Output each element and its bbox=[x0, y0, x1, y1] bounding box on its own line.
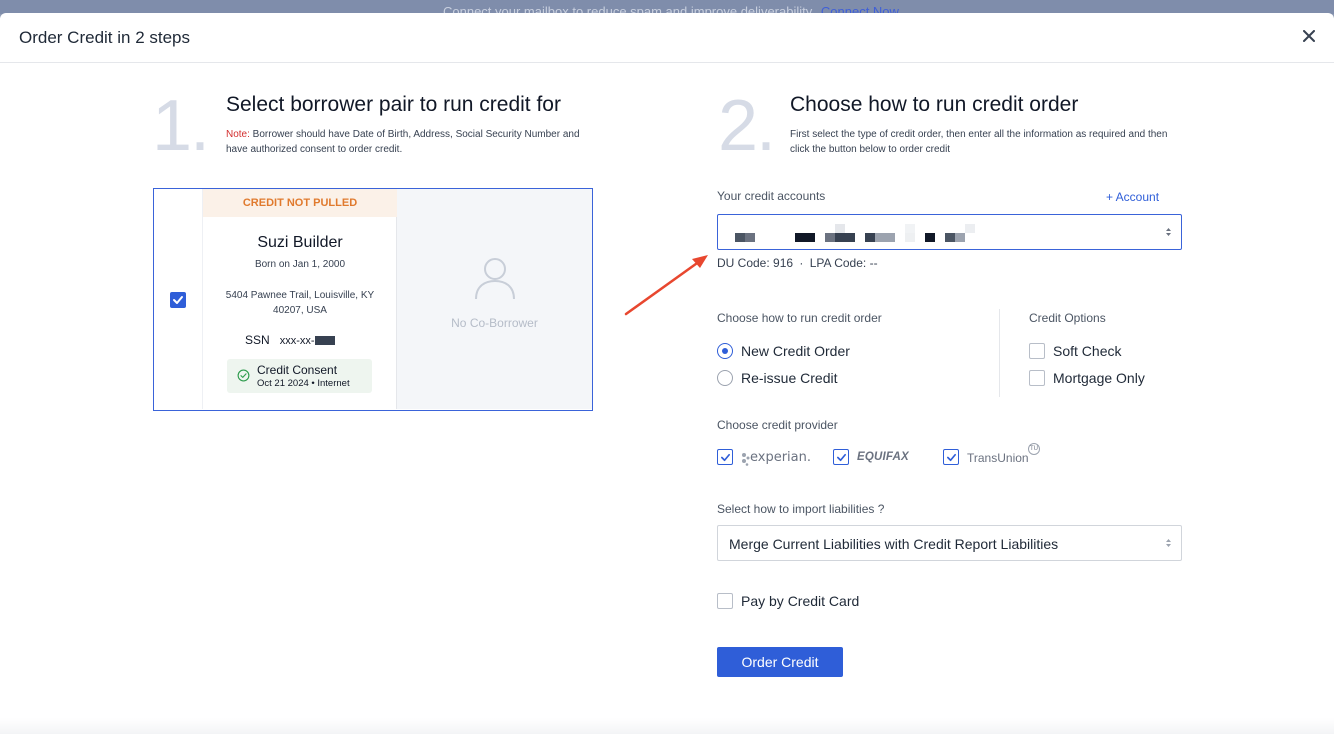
credit-provider-label: Choose credit provider bbox=[717, 418, 838, 432]
modal-header: Order Credit in 2 steps bbox=[0, 13, 1334, 63]
checkmark-icon bbox=[720, 453, 730, 461]
credit-options-label: Credit Options bbox=[1029, 311, 1106, 325]
mortgage-only-checkbox[interactable] bbox=[1029, 370, 1045, 386]
options-divider bbox=[999, 309, 1000, 397]
pay-by-card-label[interactable]: Pay by Credit Card bbox=[741, 593, 859, 609]
step-2-title: Choose how to run credit order bbox=[790, 93, 1079, 116]
soft-check-label[interactable]: Soft Check bbox=[1053, 343, 1121, 359]
equifax-logo: EQUIFAX bbox=[857, 451, 909, 463]
import-liabilities-select[interactable]: Merge Current Liabilities with Credit Re… bbox=[717, 525, 1182, 561]
mortgage-only-label[interactable]: Mortgage Only bbox=[1053, 370, 1145, 386]
code-separator: · bbox=[799, 256, 804, 270]
experian-logo: experian. bbox=[742, 450, 812, 466]
ssn-label: SSN bbox=[245, 333, 270, 347]
reissue-credit-label[interactable]: Re-issue Credit bbox=[741, 370, 837, 386]
ssn-redacted bbox=[314, 336, 335, 346]
borrower-select-checkbox[interactable] bbox=[170, 292, 186, 308]
transunion-name: TransUnion bbox=[967, 451, 1029, 465]
experian-name: experian. bbox=[750, 450, 812, 465]
experian-dots-icon bbox=[742, 453, 750, 466]
borrower-ssn: SSN xxx-xx- bbox=[245, 333, 335, 347]
no-coborrower-label: No Co-Borrower bbox=[451, 316, 538, 330]
checkmark-icon bbox=[946, 453, 956, 461]
checkmark-icon bbox=[836, 453, 846, 461]
checkmark-icon bbox=[173, 296, 183, 304]
borrower-details: CREDIT NOT PULLED Suzi Builder Born on J… bbox=[203, 189, 397, 409]
modal-footer-fade bbox=[0, 718, 1334, 734]
note-label: Note: bbox=[226, 129, 250, 140]
credit-consent-badge: Credit Consent Oct 21 2024 • Internet bbox=[227, 359, 372, 393]
pay-by-card-checkbox[interactable] bbox=[717, 593, 733, 609]
du-code-label: DU Code: bbox=[717, 256, 770, 270]
borrower-birthdate: Born on Jan 1, 2000 bbox=[254, 259, 346, 270]
reissue-credit-radio[interactable] bbox=[717, 370, 733, 386]
equifax-checkbox[interactable] bbox=[833, 449, 849, 465]
note-text: Borrower should have Date of Birth, Addr… bbox=[226, 129, 580, 155]
consent-date: Oct 21 2024 • Internet bbox=[257, 378, 350, 389]
annotation-arrow-icon bbox=[624, 255, 708, 316]
add-account-button[interactable]: + Account bbox=[1106, 190, 1159, 204]
close-icon bbox=[1303, 30, 1315, 42]
run-order-label: Choose how to run credit order bbox=[717, 311, 882, 325]
user-icon bbox=[475, 258, 515, 300]
credit-status-badge: CREDIT NOT PULLED bbox=[203, 189, 397, 217]
step-2-description: First select the type of credit order, t… bbox=[790, 129, 1168, 155]
close-button[interactable] bbox=[1298, 25, 1320, 47]
import-liabilities-label: Select how to import liabilities ? bbox=[717, 502, 885, 516]
credit-account-select[interactable] bbox=[717, 214, 1182, 250]
select-sort-icon bbox=[1166, 539, 1171, 547]
new-credit-order-radio[interactable] bbox=[717, 343, 733, 359]
top-banner: Connect your mailbox to reduce spam and … bbox=[0, 0, 1334, 14]
borrower-address: 5404 Pawnee Trail, Louisville, KY 40207,… bbox=[225, 290, 375, 316]
ssn-value: xxx-xx- bbox=[279, 335, 315, 347]
lpa-code-label: LPA Code: bbox=[809, 256, 867, 270]
account-codes: DU Code: 916 · LPA Code: -- bbox=[717, 256, 878, 270]
transunion-logo: TransUnion TU bbox=[967, 443, 1040, 465]
step-1-note: Note: Borrower should have Date of Birth… bbox=[226, 127, 596, 157]
select-sort-icon bbox=[1166, 228, 1171, 236]
order-credit-modal: Order Credit in 2 steps 1. Select borrow… bbox=[0, 13, 1334, 734]
borrower-name: Suzi Builder bbox=[257, 234, 343, 251]
step-1-title: Select borrower pair to run credit for bbox=[226, 93, 561, 116]
modal-title: Order Credit in 2 steps bbox=[19, 28, 191, 47]
import-liabilities-value: Merge Current Liabilities with Credit Re… bbox=[729, 536, 1059, 552]
step-2-number: 2. bbox=[718, 86, 776, 166]
consent-title: Credit Consent bbox=[257, 363, 338, 377]
new-credit-order-label[interactable]: New Credit Order bbox=[741, 343, 850, 359]
order-credit-button[interactable]: Order Credit bbox=[717, 647, 843, 677]
coborrower-slot: No Co-Borrower bbox=[397, 189, 592, 409]
soft-check-checkbox[interactable] bbox=[1029, 343, 1045, 359]
transunion-checkbox[interactable] bbox=[943, 449, 959, 465]
transunion-mark-icon: TU bbox=[1028, 443, 1040, 455]
check-circle-icon bbox=[237, 369, 250, 382]
step-1-number: 1. bbox=[152, 86, 210, 166]
du-code-value: 916 bbox=[773, 256, 794, 270]
borrower-select-column bbox=[154, 189, 203, 409]
borrower-pair-card[interactable]: CREDIT NOT PULLED Suzi Builder Born on J… bbox=[153, 188, 593, 411]
experian-checkbox[interactable] bbox=[717, 449, 733, 465]
lpa-code-value: -- bbox=[869, 256, 878, 270]
credit-accounts-label: Your credit accounts bbox=[717, 189, 826, 203]
